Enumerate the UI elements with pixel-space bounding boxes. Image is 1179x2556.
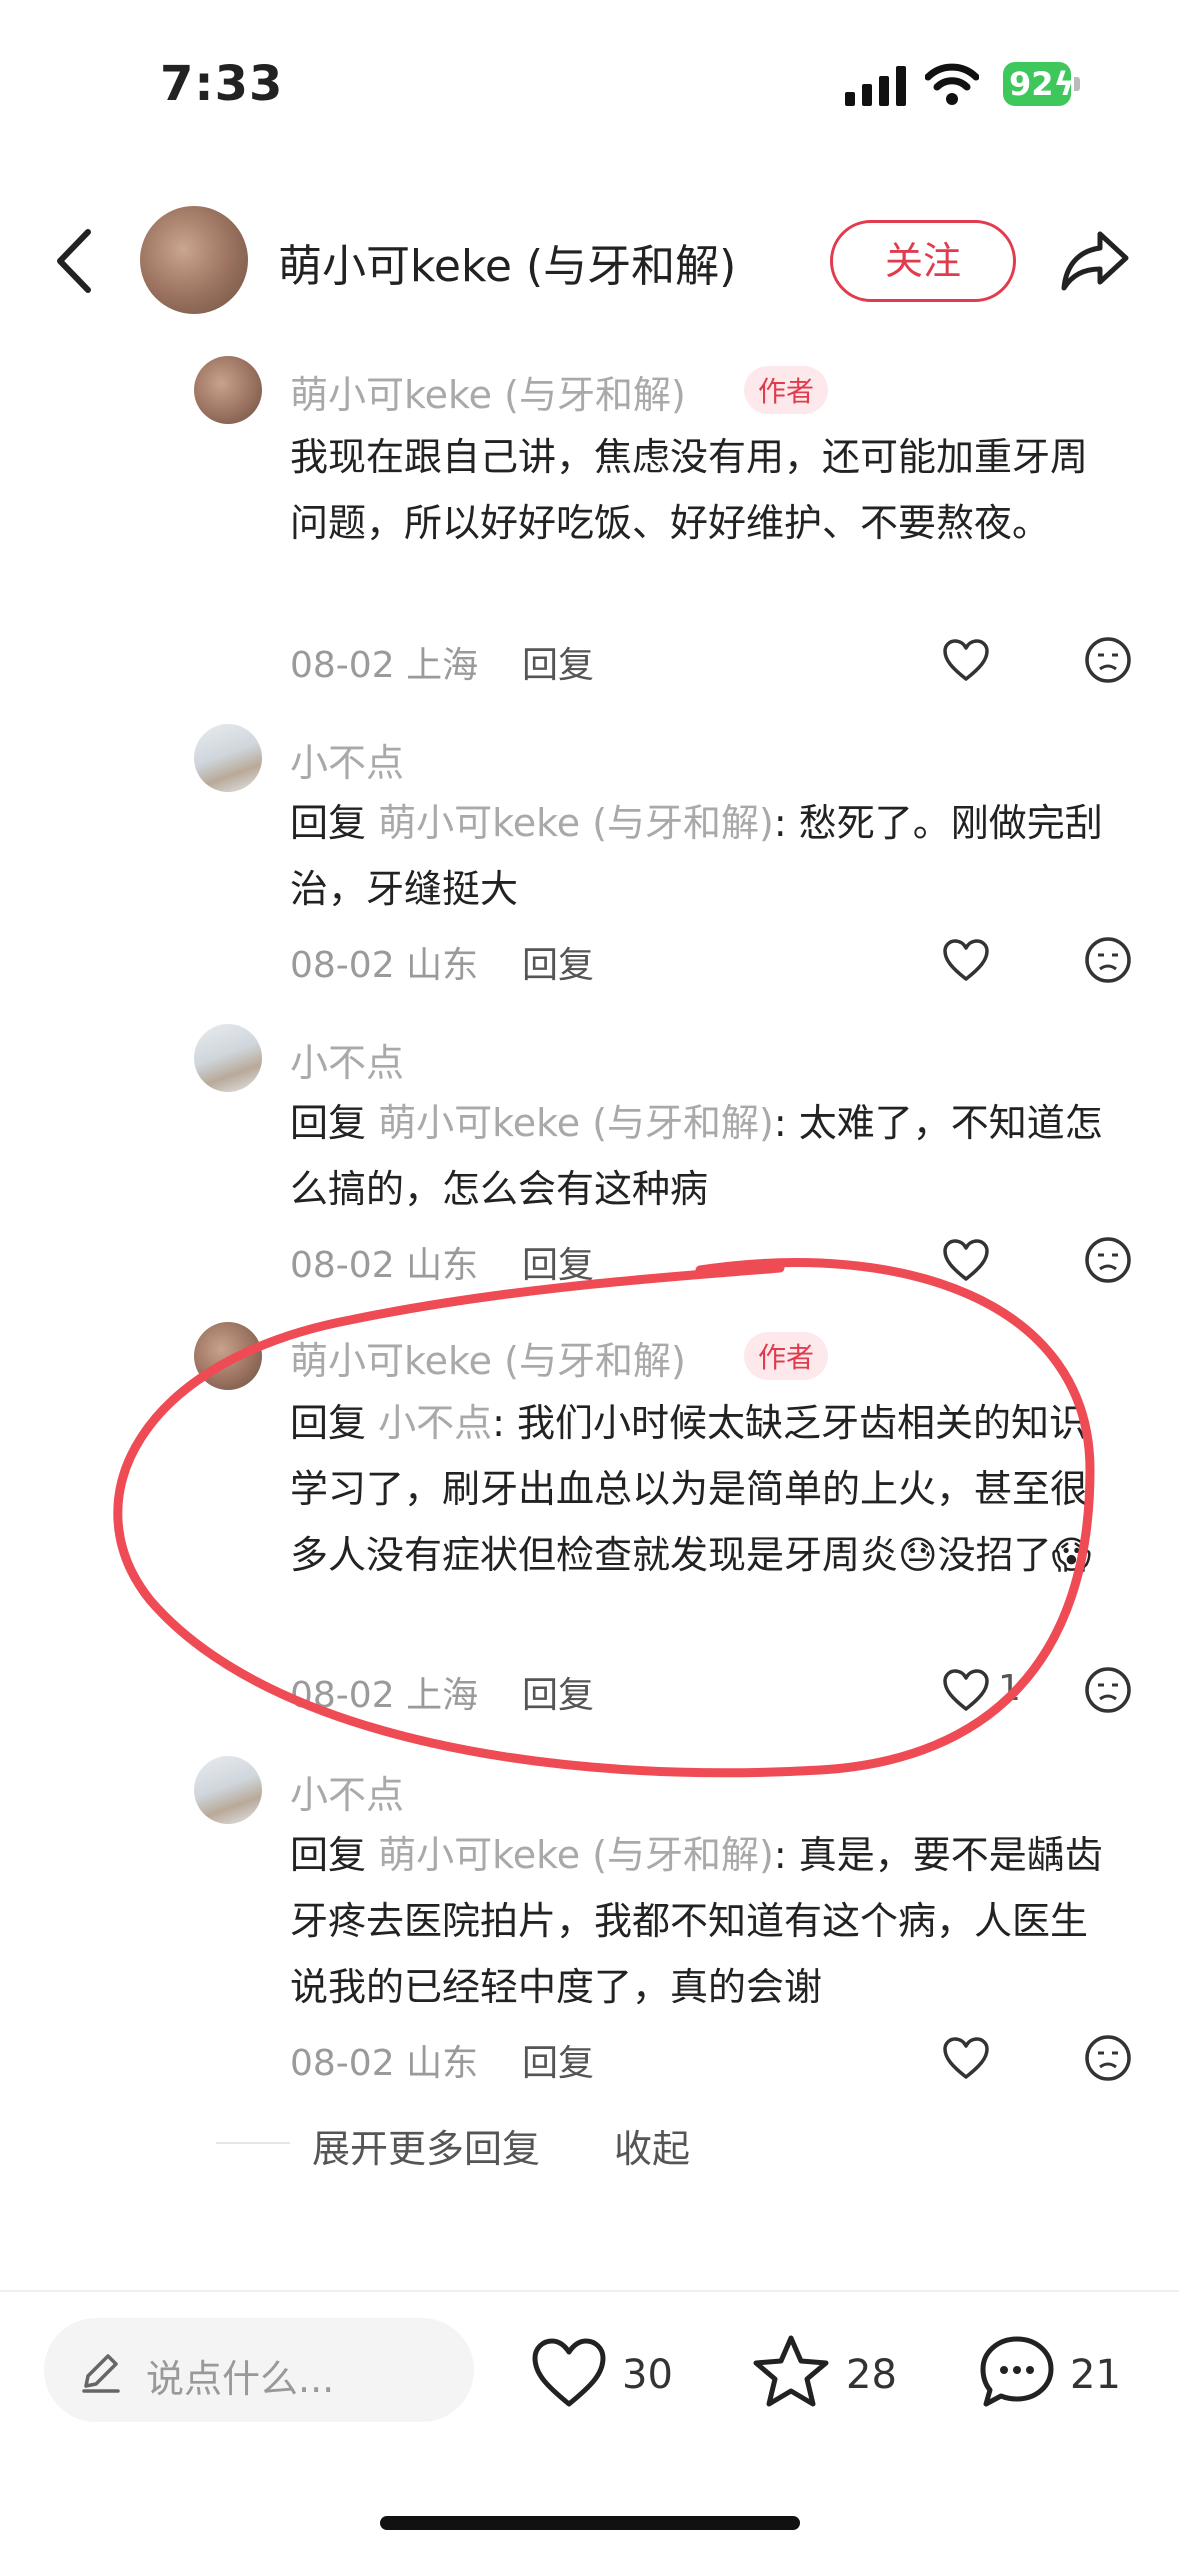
heart-icon[interactable]	[942, 2036, 990, 2080]
reply-button[interactable]: 回复	[522, 2034, 594, 2086]
like-count: 30	[622, 2352, 673, 2398]
heart-icon[interactable]	[942, 1668, 990, 1712]
like-count: 1	[998, 1668, 1021, 1709]
battery-indicator: 92ϟ	[1003, 62, 1075, 106]
reply-target-name[interactable]: 萌小可keke (与牙和解)	[378, 1101, 774, 1145]
home-indicator	[380, 2516, 800, 2530]
author-badge: 作者	[744, 1332, 829, 1380]
commenter-name[interactable]: 萌小可keke (与牙和解)	[290, 1330, 686, 1385]
star-icon[interactable]	[752, 2334, 830, 2408]
commenter-name[interactable]: 小不点	[290, 1032, 404, 1087]
unhappy-face-icon[interactable]	[1084, 936, 1132, 984]
reply-prefix: 回复	[290, 1833, 379, 1877]
comment-date: 08-02	[290, 645, 395, 686]
comment-meta: 08-02 山东	[290, 1236, 478, 1288]
reply-prefix: 回复	[290, 801, 379, 845]
comment-date: 08-02	[290, 945, 395, 986]
comment-location: 山东	[406, 1245, 479, 1286]
unhappy-face-icon[interactable]	[1084, 1666, 1132, 1714]
author-badge: 作者	[744, 366, 829, 414]
avatar[interactable]	[194, 724, 262, 792]
comment-text: 我现在跟自己讲，焦虑没有用，还可能加重牙周问题，所以好好吃饭、好好维护、不要熬夜…	[290, 435, 1089, 545]
comment-text: 回复 萌小可keke (与牙和解): 太难了，不知道怎么搞的，怎么会有这种病	[290, 1090, 1120, 1222]
comment-location: 山东	[406, 945, 479, 986]
comment-meta: 08-02 山东	[290, 936, 478, 988]
cellular-signal-icon	[845, 66, 906, 106]
heart-icon[interactable]	[942, 938, 990, 982]
wifi-icon	[925, 63, 979, 105]
reply-prefix: 回复	[290, 1401, 379, 1445]
star-count: 28	[846, 2352, 897, 2398]
reply-button[interactable]: 回复	[522, 636, 594, 688]
comment-location: 上海	[406, 645, 479, 686]
commenter-name[interactable]: 萌小可keke (与牙和解)	[290, 364, 686, 419]
heart-icon[interactable]	[942, 1238, 990, 1282]
reply-target-name[interactable]: 小不点	[378, 1401, 492, 1445]
comment-text: 回复 萌小可keke (与牙和解): 真是，要不是龋齿牙疼去医院拍片，我都不知道…	[290, 1822, 1120, 2020]
status-time: 7:33	[160, 56, 284, 112]
comment-meta: 08-02 上海	[290, 1666, 478, 1718]
avatar[interactable]	[194, 356, 262, 424]
comment-meta: 08-02 山东	[290, 2034, 478, 2086]
charging-bolt-icon: ϟ	[1053, 65, 1075, 103]
comment-date: 08-02	[290, 2043, 395, 2084]
comment-text: 回复 萌小可keke (与牙和解): 愁死了。刚做完刮治，牙缝挺大	[290, 790, 1120, 922]
reply-button[interactable]: 回复	[522, 1236, 594, 1288]
avatar[interactable]	[194, 1322, 262, 1390]
comment-meta: 08-02 上海	[290, 636, 478, 688]
unhappy-face-icon[interactable]	[1084, 2034, 1132, 2082]
expand-more-replies-button[interactable]: 展开更多回复	[312, 2118, 540, 2173]
battery-tip	[1074, 77, 1080, 91]
share-arrow-icon[interactable]	[1060, 228, 1130, 294]
reply-button[interactable]: 回复	[522, 936, 594, 988]
chat-bubble-icon[interactable]	[978, 2334, 1056, 2408]
reply-target-name[interactable]: 萌小可keke (与牙和解)	[378, 1833, 774, 1877]
pencil-icon	[82, 2354, 120, 2393]
comment-location: 上海	[406, 1675, 479, 1716]
commenter-name[interactable]: 小不点	[290, 1764, 404, 1819]
expand-divider	[216, 2142, 290, 2144]
page-title[interactable]: 萌小可keke (与牙和解)	[278, 230, 736, 294]
follow-button[interactable]: 关注	[830, 220, 1016, 302]
heart-icon[interactable]	[942, 638, 990, 682]
battery-level: 92	[1009, 65, 1054, 103]
comment-location: 山东	[406, 2043, 479, 2084]
unhappy-face-icon[interactable]	[1084, 636, 1132, 684]
comment-count: 21	[1070, 2352, 1121, 2398]
reply-button[interactable]: 回复	[522, 1666, 594, 1718]
collapse-replies-button[interactable]: 收起	[614, 2118, 690, 2173]
comment-date: 08-02	[290, 1675, 395, 1716]
avatar[interactable]	[194, 1756, 262, 1824]
input-placeholder: 说点什么...	[146, 2357, 335, 2401]
bottom-divider	[0, 2290, 1179, 2292]
unhappy-face-icon[interactable]	[1084, 1236, 1132, 1284]
avatar[interactable]	[194, 1024, 262, 1092]
heart-icon[interactable]	[530, 2336, 608, 2410]
chevron-left-icon[interactable]	[48, 226, 98, 296]
comment-date: 08-02	[290, 1245, 395, 1286]
reply-prefix: 回复	[290, 1101, 379, 1145]
commenter-name[interactable]: 小不点	[290, 732, 404, 787]
author-avatar[interactable]	[140, 206, 248, 314]
comment-text: 回复 小不点: 我们小时候太缺乏牙齿相关的知识学习了，刷牙出血总以为是简单的上火…	[290, 1390, 1120, 1588]
reply-target-name[interactable]: 萌小可keke (与牙和解)	[378, 801, 774, 845]
